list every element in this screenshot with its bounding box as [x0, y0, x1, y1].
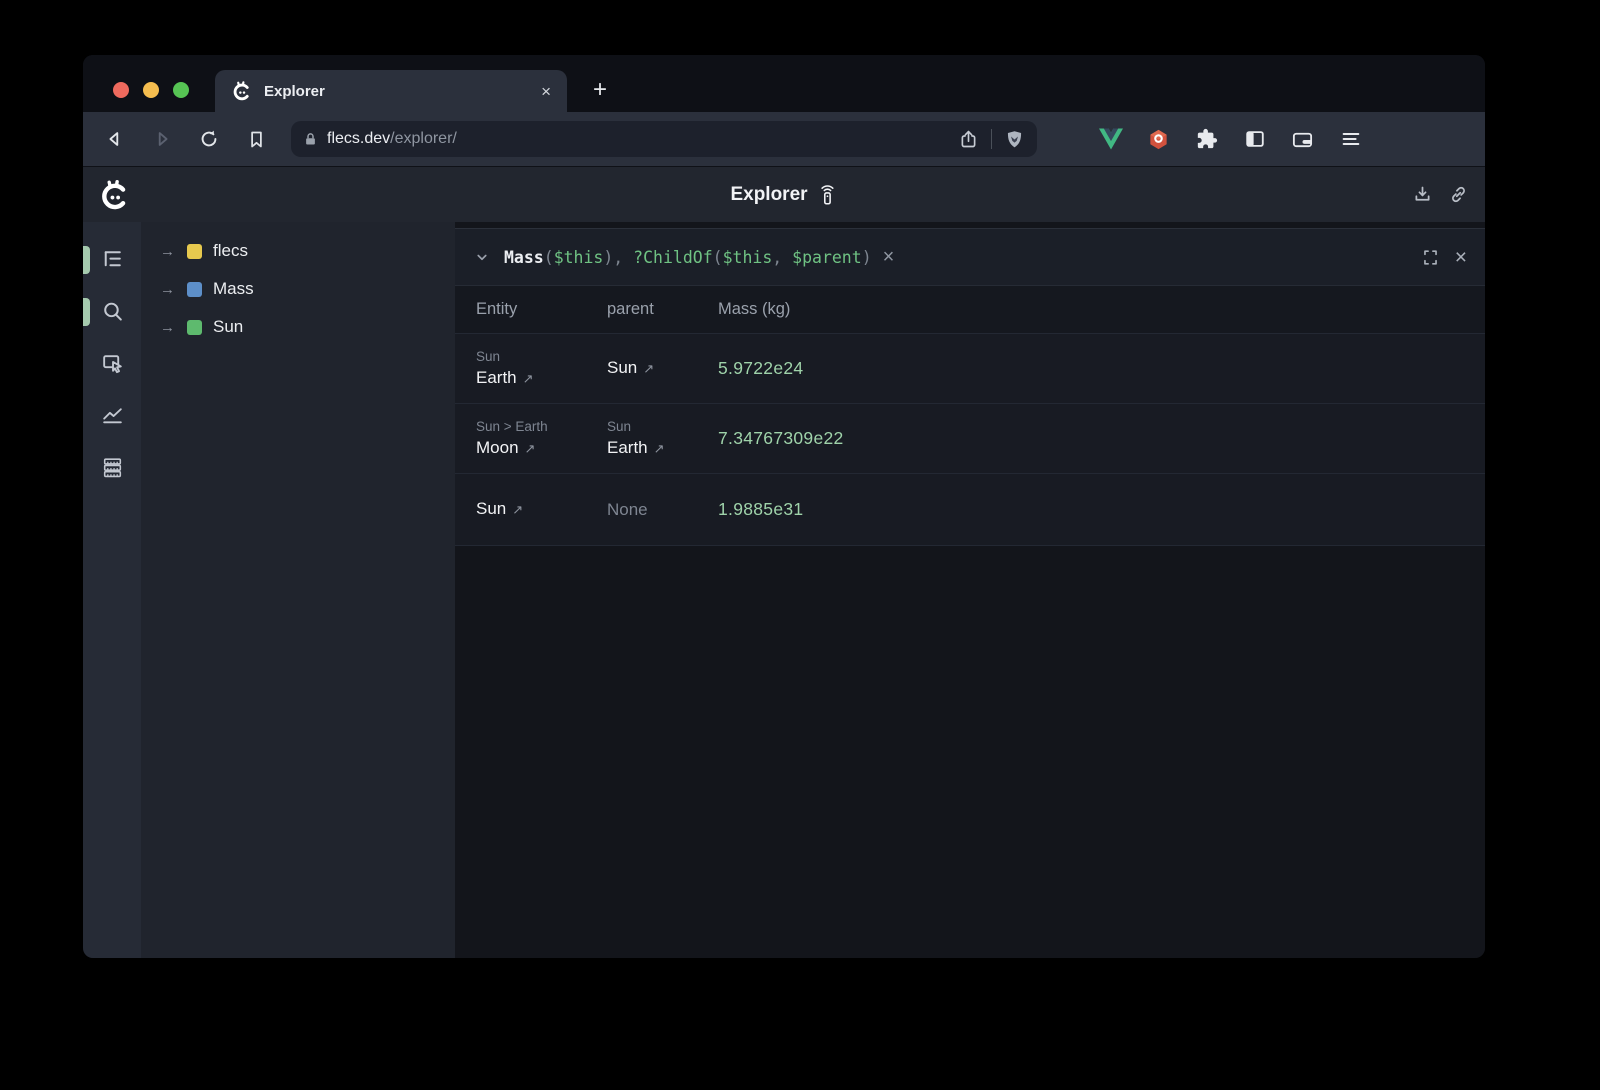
parent-link[interactable]: Sun — [607, 357, 637, 380]
entity-path: Sun > Earth — [476, 417, 607, 437]
main-panel: Mass($this), ?ChildOf($this, $parent) × … — [455, 222, 1485, 958]
goto-arrow-icon[interactable]: ↗ — [523, 370, 534, 388]
remote-connection-icon[interactable] — [818, 183, 838, 207]
entity-link[interactable]: Moon — [476, 437, 519, 460]
inspector-icon[interactable] — [99, 350, 125, 376]
new-tab-button[interactable]: + — [583, 73, 617, 107]
tab-close-icon[interactable]: × — [541, 83, 551, 100]
download-icon[interactable] — [1412, 184, 1433, 205]
mass-value: 5.9722e24 — [718, 358, 803, 378]
tree-item-label[interactable]: Sun — [213, 317, 243, 337]
forward-button[interactable] — [144, 121, 180, 157]
tree-item-label[interactable]: flecs — [213, 241, 248, 261]
column-header-parent: parent — [607, 300, 718, 319]
minimize-window-button[interactable] — [143, 82, 159, 98]
parent-none: None — [607, 500, 648, 519]
entity-color-swatch — [187, 244, 202, 259]
table-row[interactable]: Sun ↗ None 1.9885e31 — [455, 473, 1485, 546]
parent-path: Sun — [607, 417, 718, 437]
entity-color-swatch — [187, 282, 202, 297]
page-title: Explorer — [730, 184, 807, 206]
lock-icon — [303, 132, 318, 147]
close-window-button[interactable] — [113, 82, 129, 98]
mass-value: 1.9885e31 — [718, 499, 803, 519]
mass-value: 7.34767309e22 — [718, 428, 844, 448]
fullscreen-icon[interactable] — [1421, 248, 1440, 267]
tree-item-mass[interactable]: → Mass — [141, 270, 455, 308]
extension-icons — [1091, 121, 1370, 157]
entity-tree-panel: → flecs → Mass → Sun — [141, 222, 455, 958]
extensions-puzzle-icon[interactable] — [1187, 121, 1226, 157]
expand-arrow-icon[interactable]: → — [160, 281, 178, 298]
brave-shield-icon[interactable] — [1004, 129, 1025, 150]
parent-link[interactable]: Earth — [607, 437, 648, 460]
tool-sidebar — [83, 222, 141, 958]
url-domain: flecs.dev — [327, 130, 390, 147]
entity-color-swatch — [187, 320, 202, 335]
flecs-logo-icon — [98, 178, 132, 212]
stats-chart-icon[interactable] — [99, 402, 125, 428]
query-panel: Mass($this), ?ChildOf($this, $parent) × … — [455, 228, 1485, 546]
tab-strip: Explorer × + — [83, 55, 1485, 112]
goto-arrow-icon[interactable]: ↗ — [654, 440, 665, 458]
vue-devtools-icon[interactable] — [1091, 121, 1130, 157]
content-area: → flecs → Mass → Sun — [83, 222, 1485, 958]
tree-view-icon[interactable] — [99, 246, 125, 272]
expand-arrow-icon[interactable]: → — [160, 319, 178, 336]
wallet-icon[interactable] — [1283, 121, 1322, 157]
flecs-favicon-icon — [231, 80, 253, 102]
column-header-mass: Mass (kg) — [718, 300, 1485, 319]
close-panel-icon[interactable]: × — [1455, 247, 1467, 268]
active-indicator-search — [83, 298, 90, 326]
tables-icon[interactable] — [99, 454, 125, 480]
url-bar[interactable]: flecs.dev/explorer/ — [291, 121, 1037, 157]
traffic-lights — [113, 82, 189, 98]
goto-arrow-icon[interactable]: ↗ — [525, 440, 536, 458]
expand-arrow-icon[interactable]: → — [160, 243, 178, 260]
table-row[interactable]: Sun Earth ↗ Sun ↗ 5.9722e24 — [455, 333, 1485, 403]
search-icon[interactable] — [99, 298, 125, 324]
active-indicator-tree — [83, 246, 90, 274]
entity-link[interactable]: Sun — [476, 498, 506, 521]
entity-link[interactable]: Earth — [476, 367, 517, 390]
url-separator — [991, 129, 992, 149]
link-icon[interactable] — [1448, 184, 1469, 205]
bookmark-icon[interactable] — [238, 121, 274, 157]
sidebar-toggle-icon[interactable] — [1235, 121, 1274, 157]
back-button[interactable] — [97, 121, 133, 157]
reload-button[interactable] — [191, 121, 227, 157]
column-header-entity: Entity — [476, 300, 607, 319]
browser-window: Explorer × + flecs.dev/explorer/ — [83, 55, 1485, 958]
tab-title: Explorer — [264, 83, 530, 100]
tree-item-label[interactable]: Mass — [213, 279, 254, 299]
table-row[interactable]: Sun > Earth Moon ↗ Sun Earth ↗ 7.34767309e… — [455, 403, 1485, 473]
results-table-header: Entity parent Mass (kg) — [455, 285, 1485, 333]
entity-path: Sun — [476, 347, 607, 367]
tab-explorer[interactable]: Explorer × — [215, 70, 567, 112]
share-icon[interactable] — [958, 129, 979, 150]
tree-item-sun[interactable]: → Sun — [141, 308, 455, 346]
goto-arrow-icon[interactable]: ↗ — [643, 360, 654, 378]
app-header: Explorer — [83, 166, 1485, 222]
goto-arrow-icon[interactable]: ↗ — [512, 501, 523, 519]
hex-extension-icon[interactable] — [1139, 121, 1178, 157]
url-text: flecs.dev/explorer/ — [327, 130, 457, 148]
browser-toolbar: flecs.dev/explorer/ — [83, 112, 1485, 166]
query-expression[interactable]: Mass($this), ?ChildOf($this, $parent) — [504, 248, 872, 267]
clear-query-icon[interactable]: × — [883, 247, 895, 267]
query-bar[interactable]: Mass($this), ?ChildOf($this, $parent) × … — [455, 229, 1485, 285]
chevron-down-icon[interactable] — [473, 248, 491, 266]
url-path: /explorer/ — [390, 130, 457, 147]
tree-item-flecs[interactable]: → flecs — [141, 232, 455, 270]
zoom-window-button[interactable] — [173, 82, 189, 98]
menu-icon[interactable] — [1331, 121, 1370, 157]
